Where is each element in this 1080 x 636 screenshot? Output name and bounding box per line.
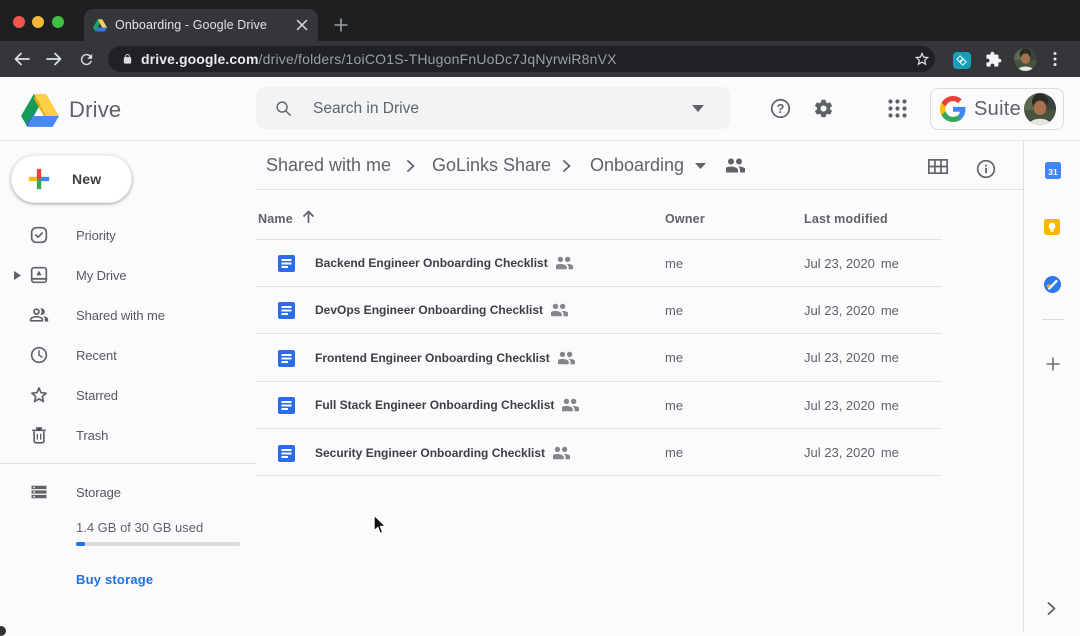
svg-text:?: ? [777,102,785,116]
